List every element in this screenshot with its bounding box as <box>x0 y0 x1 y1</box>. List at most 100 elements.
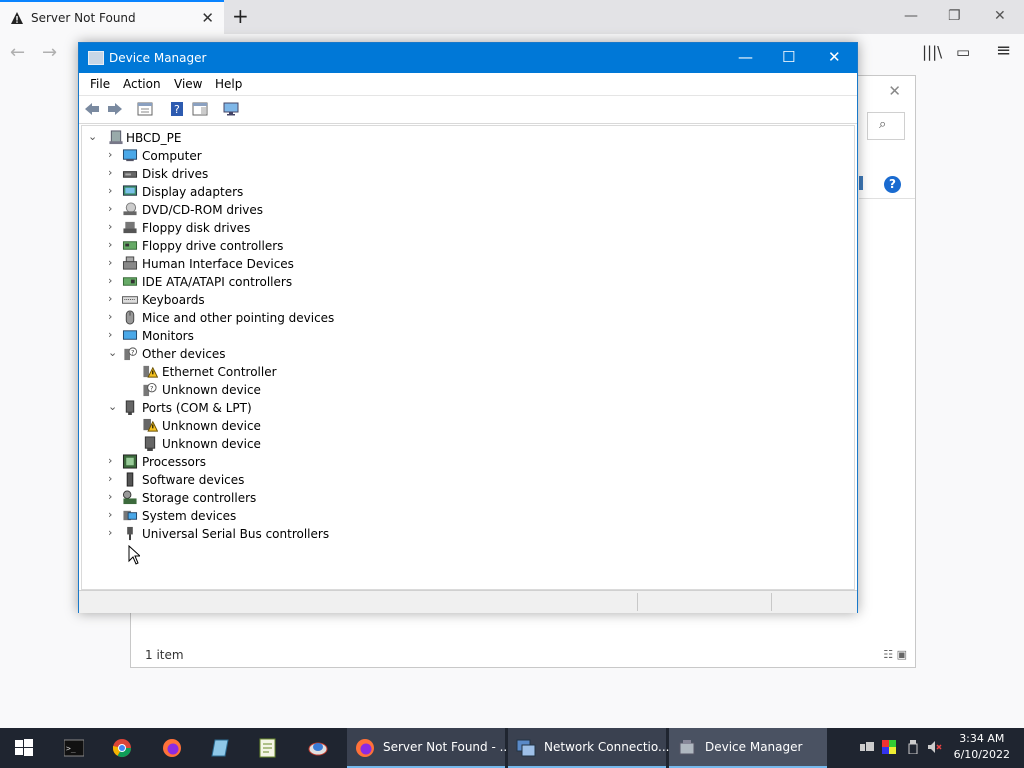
expand-chevron-icon[interactable]: › <box>108 508 120 521</box>
library-icon[interactable]: |||\ <box>922 43 942 61</box>
tree-category-floppy-drive-controllers[interactable]: › Floppy drive controllers <box>108 237 408 255</box>
scan-hardware-icon[interactable] <box>223 101 239 117</box>
browser-minimize-button[interactable]: — <box>904 8 918 24</box>
tree-category-software-devices[interactable]: › Software devices <box>108 471 408 489</box>
category-label: System devices <box>142 509 237 523</box>
expand-chevron-icon[interactable]: › <box>108 526 120 539</box>
expand-chevron-icon[interactable]: › <box>108 310 120 323</box>
tree-category-floppy-disk-drives[interactable]: › Floppy disk drives <box>108 219 408 237</box>
tree-device-unknown-port[interactable]: Unknown device <box>142 435 442 453</box>
expand-chevron-icon[interactable]: › <box>108 202 120 215</box>
tree-device-unknown-port-warning[interactable]: Unknown device <box>142 417 442 435</box>
tree-category-hid[interactable]: › Human Interface Devices <box>108 255 408 273</box>
menu-action[interactable]: Action <box>123 77 161 91</box>
expand-chevron-icon[interactable]: › <box>108 292 120 305</box>
task-label: Network Connectio... <box>544 740 670 754</box>
tree-category-system-devices[interactable]: › System devices <box>108 507 408 525</box>
tree-device-ethernet-controller[interactable]: Ethernet Controller <box>142 363 442 381</box>
task-firefox-server-not-found[interactable]: Server Not Found - ... <box>347 728 511 768</box>
menu-file[interactable]: File <box>90 77 110 91</box>
menu-view[interactable]: View <box>174 77 202 91</box>
tree-category-mice[interactable]: › Mice and other pointing devices <box>108 309 408 327</box>
expand-chevron-icon[interactable]: › <box>108 454 120 467</box>
expand-chevron-icon[interactable]: › <box>108 166 120 179</box>
tab-close-icon[interactable]: ✕ <box>201 9 214 27</box>
dvd-drive-icon <box>123 202 137 216</box>
collapse-chevron-icon[interactable]: ⌄ <box>108 346 120 359</box>
floppy-drive-icon <box>123 221 137 234</box>
tree-category-processors[interactable]: › Processors <box>108 453 408 471</box>
tree-category-storage-controllers[interactable]: › Storage controllers <box>108 489 408 507</box>
forward-arrow-icon[interactable] <box>107 101 123 117</box>
device-manager-titlebar[interactable]: Device Manager — ☐ ✕ <box>79 43 857 73</box>
collapse-chevron-icon[interactable]: ⌄ <box>108 400 120 413</box>
port-icon <box>125 400 135 415</box>
taskbar-notepad[interactable] <box>198 728 242 768</box>
menu-help[interactable]: Help <box>215 77 242 91</box>
usb-tray-icon[interactable] <box>906 740 920 754</box>
help-icon[interactable]: ? <box>884 176 901 193</box>
forward-button[interactable]: → <box>42 42 57 63</box>
network-tray-icon[interactable] <box>860 740 874 754</box>
browser-tab[interactable]: Server Not Found ✕ <box>0 0 224 34</box>
back-arrow-icon[interactable] <box>84 101 100 117</box>
expand-chevron-icon[interactable]: › <box>108 256 120 269</box>
status-bar <box>79 590 857 613</box>
network-window-close-icon[interactable]: ✕ <box>888 82 901 100</box>
clock-date: 6/10/2022 <box>953 748 1010 761</box>
taskbar-chrome[interactable] <box>100 728 144 768</box>
tree-category-keyboards[interactable]: › Keyboards <box>108 291 408 309</box>
expand-chevron-icon[interactable]: › <box>108 148 120 161</box>
display-color-tray-icon[interactable] <box>882 740 896 754</box>
category-label: Mice and other pointing devices <box>142 311 335 325</box>
view-toggle-icons[interactable]: ☷ ▣ <box>883 648 907 661</box>
tree-category-ide-controllers[interactable]: › IDE ATA/ATAPI controllers <box>108 273 408 291</box>
expand-chevron-icon[interactable]: › <box>108 274 120 287</box>
properties-icon[interactable] <box>192 101 208 117</box>
taskbar-firefox[interactable] <box>150 728 194 768</box>
tree-device-unknown[interactable]: ? Unknown device <box>142 381 442 399</box>
back-button[interactable]: ← <box>10 42 25 63</box>
close-button[interactable]: ✕ <box>828 48 841 66</box>
taskbar-cmd[interactable]: >_ <box>52 728 96 768</box>
taskbar-clock[interactable]: 3:34 AM 6/10/2022 <box>954 731 1010 763</box>
expand-chevron-icon[interactable]: › <box>108 328 120 341</box>
network-search-button[interactable]: ⌕ <box>867 112 905 140</box>
tree-category-monitors[interactable]: › Monitors <box>108 327 408 345</box>
sidebar-icon[interactable]: ▭ <box>956 43 970 61</box>
tree-category-display-adapters[interactable]: › Display adapters <box>108 183 408 201</box>
collapse-chevron-icon[interactable]: ⌄ <box>88 130 100 143</box>
start-button[interactable] <box>0 728 48 768</box>
tree-category-usb-controllers[interactable]: › Universal Serial Bus controllers <box>108 525 408 543</box>
tree-category-computer[interactable]: › Computer <box>108 147 408 165</box>
menu-icon[interactable]: ≡ <box>996 40 1011 61</box>
show-hide-console-tree-icon[interactable] <box>137 101 153 117</box>
help-book-icon[interactable]: ? <box>169 101 185 117</box>
maximize-button[interactable]: ☐ <box>782 48 795 66</box>
expand-chevron-icon[interactable]: › <box>108 238 120 251</box>
task-device-manager[interactable]: Device Manager <box>669 728 827 768</box>
tree-category-ports[interactable]: ⌄ Ports (COM & LPT) <box>108 399 408 417</box>
expand-chevron-icon[interactable]: › <box>108 472 120 485</box>
taskbar-editor[interactable] <box>246 728 290 768</box>
expand-chevron-icon[interactable]: › <box>108 184 120 197</box>
device-label: Unknown device <box>162 419 261 433</box>
tree-category-dvd-drives[interactable]: › DVD/CD-ROM drives <box>108 201 408 219</box>
taskbar-disk-tool[interactable] <box>296 728 340 768</box>
new-tab-button[interactable]: + <box>232 4 249 28</box>
category-label: Keyboards <box>142 293 205 307</box>
tree-root-node[interactable]: ⌄ HBCD_PE <box>88 129 288 147</box>
notepad-icon <box>211 739 229 757</box>
task-network-connections[interactable]: Network Connectio... <box>508 728 670 768</box>
browser-restore-button[interactable]: ❐ <box>948 8 961 24</box>
browser-close-button[interactable]: ✕ <box>994 8 1006 24</box>
unknown-device-icon: ? <box>143 382 157 397</box>
expand-chevron-icon[interactable]: › <box>108 220 120 233</box>
category-label: Display adapters <box>142 185 244 199</box>
minimize-button[interactable]: — <box>738 48 753 66</box>
tree-category-other-devices[interactable]: ⌄ ? Other devices <box>108 345 408 363</box>
volume-muted-icon[interactable] <box>928 740 942 754</box>
task-label: Device Manager <box>705 740 803 754</box>
tree-category-disk-drives[interactable]: › Disk drives <box>108 165 408 183</box>
expand-chevron-icon[interactable]: › <box>108 490 120 503</box>
